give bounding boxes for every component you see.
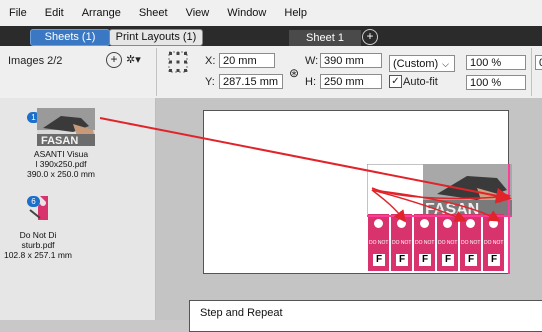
hanger-hole [374,219,383,228]
tab-bar: Sheets (1) Print Layouts (1) Sheet 1 + [0,26,542,46]
thumbnail-art-text: FASAN [41,135,78,146]
link-dimensions-icon[interactable]: ⊛ [289,66,299,80]
tab-sheets[interactable]: Sheets (1) [30,29,110,46]
y-label: Y: [205,76,215,88]
hanger-text: DO NOT [415,240,435,246]
menu-arrange[interactable]: Arrange [73,7,130,19]
image-thumbnail-asanti[interactable]: FASAN [37,108,95,146]
width-field[interactable]: 390 mm [320,53,382,68]
hanger-2[interactable]: DO NOT F [391,214,412,271]
hanger-letter: F [373,254,385,266]
hanger-6[interactable]: DO NOT F [483,214,504,271]
tab-print-layouts[interactable]: Print Layouts (1) [109,29,203,46]
autofit-checkbox[interactable]: ✓ [389,75,402,88]
image-size: 102.8 x 257.1 mm [3,250,73,260]
add-sheet-button[interactable]: + [362,29,378,45]
anchor-point-icon[interactable] [166,49,190,75]
menu-window[interactable]: Window [218,7,275,19]
size-preset-select[interactable]: (Custom) ⌵ [389,55,455,72]
hanger-letter: F [465,254,477,266]
hangers-group[interactable]: DO NOT F DO NOT F DO NOT F DO NOT F DO N… [366,214,512,274]
gear-menu-icon[interactable]: ✲▾ [126,53,141,66]
placed-image-asanti[interactable]: FASAN [367,164,512,216]
autofit-label: Auto-fit [403,76,438,88]
y-field[interactable]: 287.15 mm [219,74,283,89]
hanger-letter: F [419,254,431,266]
hanger-letter: F [396,254,408,266]
hanger-text: DO NOT [461,240,481,246]
menu-edit[interactable]: Edit [36,7,73,19]
hanger-hole [466,219,475,228]
hanger-4[interactable]: DO NOT F [437,214,458,271]
image-name: ASANTI Visua [33,149,89,159]
menu-bar: File Edit Arrange Sheet View Window Help [0,0,542,27]
hanger-hole [443,219,452,228]
menu-view[interactable]: View [177,7,219,19]
size-preset-value: (Custom) [393,58,439,70]
menu-help[interactable]: Help [275,7,316,19]
image-thumbnail-do-not-disturb[interactable] [28,192,54,222]
hanger-text: DO NOT [392,240,412,246]
hanger-text: DO NOT [369,240,389,246]
step-and-repeat-dialog: Step and Repeat [189,300,542,332]
dialog-title: Step and Repeat [200,307,283,319]
h-label: H: [305,76,316,88]
hanger-letter: F [488,254,500,266]
hanger-letter: F [442,254,454,266]
hanger-hole [420,219,429,228]
hanger-3[interactable]: DO NOT F [414,214,435,271]
toolbar-divider [531,48,532,96]
image-size: 390.0 x 250.0 mm [26,169,96,179]
menu-sheet[interactable]: Sheet [130,7,177,19]
toolbar-divider [156,48,157,96]
hanger-text: DO NOT [438,240,458,246]
toolbar: Images 2/2 + ✲▾ X: 20 mm Y: 287.15 mm ⊛ … [0,46,542,99]
images-count-label: Images 2/2 [8,55,63,67]
add-image-button[interactable]: + [106,52,122,68]
extra-field[interactable]: 0 [535,55,542,70]
image-file: l 390x250.pdf [35,159,87,169]
hanger-hole [397,219,406,228]
tab-sheet-1[interactable]: Sheet 1 [289,30,361,46]
menu-file[interactable]: File [0,7,36,19]
hanger-hole [489,219,498,228]
height-field[interactable]: 250 mm [320,74,382,89]
hanger-5[interactable]: DO NOT F [460,214,481,271]
image-caption-asanti: ASANTI Visua l 390x250.pdf 390.0 x 250.0… [18,149,104,179]
images-panel: 1 FASAN ASANTI Visua l 390x250.pdf 390.0… [0,98,156,320]
chevron-down-icon: ⌵ [442,59,449,69]
image-file: sturb.pdf [21,240,55,250]
x-label: X: [205,55,216,67]
x-field[interactable]: 20 mm [219,53,275,68]
hanger-text: DO NOT [484,240,504,246]
image-caption-do-not-disturb: Do Not Di sturb.pdf 102.8 x 257.1 mm [3,230,73,260]
hanger-1[interactable]: DO NOT F [368,214,389,271]
scale-height-field[interactable]: 100 % [466,75,526,90]
w-label: W: [305,55,319,67]
image-name: Do Not Di [19,230,57,240]
scale-width-field[interactable]: 100 % [466,55,526,70]
